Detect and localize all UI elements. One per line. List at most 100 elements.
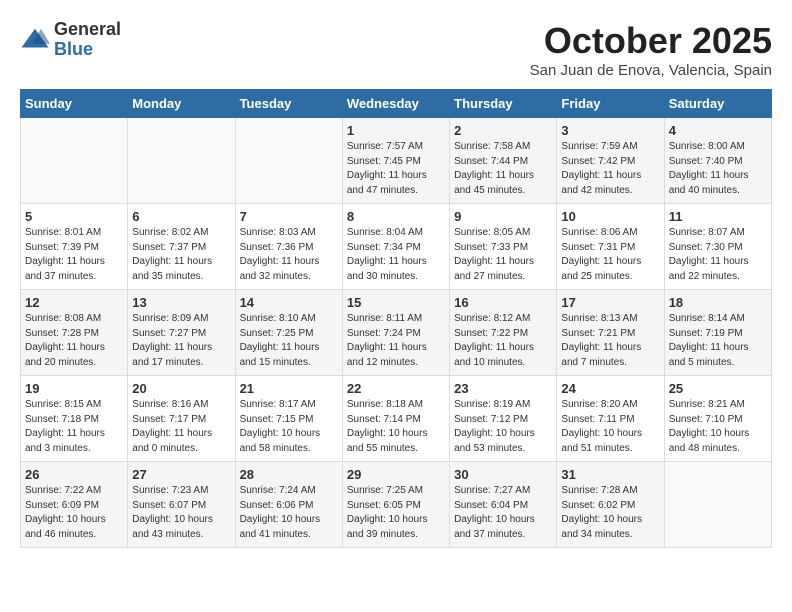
calendar-week-2: 5 Sunrise: 8:01 AM Sunset: 7:39 PM Daylig… [21,204,772,290]
calendar-cell: 30 Sunrise: 7:27 AM Sunset: 6:04 PM Dayli… [450,462,557,548]
calendar-cell: 24 Sunrise: 8:20 AM Sunset: 7:11 PM Dayli… [557,376,664,462]
calendar-cell: 15 Sunrise: 8:11 AM Sunset: 7:24 PM Dayli… [342,290,449,376]
day-number: 24 [561,381,659,396]
day-number: 29 [347,467,445,482]
day-info: Sunrise: 8:04 AM Sunset: 7:34 PM Dayligh… [347,226,445,284]
calendar-body: 1Sunrise: 7:57 AM Sunset: 7:45 PM Daylig… [21,118,772,548]
day-number: 15 [347,295,445,310]
day-number: 16 [454,295,552,310]
day-number: 1 [347,123,445,138]
day-number: 2 [454,123,552,138]
day-number: 3 [561,123,659,138]
logo-text: General Blue [54,20,121,60]
day-info: Sunrise: 8:21 AM Sunset: 7:10 PM Dayligh… [669,398,767,456]
calendar-cell: 23 Sunrise: 8:19 AM Sunset: 7:12 PM Dayli… [450,376,557,462]
day-info: Sunrise: 8:00 AM Sunset: 7:40 PM Dayligh… [669,140,767,198]
day-number: 5 [25,209,123,224]
day-number: 30 [454,467,552,482]
column-header-wednesday: Wednesday [342,90,449,118]
calendar-cell: 22 Sunrise: 8:18 AM Sunset: 7:14 PM Dayli… [342,376,449,462]
logo-icon [20,25,50,55]
day-number: 21 [240,381,338,396]
column-header-sunday: Sunday [21,90,128,118]
calendar-cell: 2 Sunrise: 7:58 AM Sunset: 7:44 PM Daylig… [450,118,557,204]
calendar-cell: 27 Sunrise: 7:23 AM Sunset: 6:07 PM Dayli… [128,462,235,548]
day-info: Sunrise: 8:14 AM Sunset: 7:19 PM Dayligh… [669,312,767,370]
calendar-cell [235,118,342,204]
title-area: October 2025 San Juan de Enova, Valencia… [530,20,772,79]
calendar-cell: 19 Sunrise: 8:15 AM Sunset: 7:18 PM Dayli… [21,376,128,462]
day-number: 22 [347,381,445,396]
day-info: Sunrise: 8:08 AM Sunset: 7:28 PM Dayligh… [25,312,123,370]
calendar-header: SundayMondayTuesdayWednesdayThursdayFrid… [21,90,772,118]
day-number: 6 [132,209,230,224]
day-info: Sunrise: 8:15 AM Sunset: 7:18 PM Dayligh… [25,398,123,456]
calendar-week-1: 1Sunrise: 7:57 AM Sunset: 7:45 PM Daylig… [21,118,772,204]
calendar-cell: 1Sunrise: 7:57 AM Sunset: 7:45 PM Daylig… [342,118,449,204]
day-info: Sunrise: 8:17 AM Sunset: 7:15 PM Dayligh… [240,398,338,456]
day-number: 27 [132,467,230,482]
calendar-cell: 31 Sunrise: 7:28 AM Sunset: 6:02 PM Dayli… [557,462,664,548]
month-title: October 2025 [530,20,772,62]
day-number: 23 [454,381,552,396]
day-info: Sunrise: 7:58 AM Sunset: 7:44 PM Dayligh… [454,140,552,198]
day-info: Sunrise: 8:06 AM Sunset: 7:31 PM Dayligh… [561,226,659,284]
column-header-tuesday: Tuesday [235,90,342,118]
day-number: 13 [132,295,230,310]
calendar-table: SundayMondayTuesdayWednesdayThursdayFrid… [20,89,772,548]
calendar-cell: 9 Sunrise: 8:05 AM Sunset: 7:33 PM Daylig… [450,204,557,290]
day-info: Sunrise: 8:19 AM Sunset: 7:12 PM Dayligh… [454,398,552,456]
day-info: Sunrise: 7:22 AM Sunset: 6:09 PM Dayligh… [25,484,123,542]
calendar-cell: 4Sunrise: 8:00 AM Sunset: 7:40 PM Daylig… [664,118,771,204]
calendar-cell: 26 Sunrise: 7:22 AM Sunset: 6:09 PM Dayli… [21,462,128,548]
calendar-cell: 18 Sunrise: 8:14 AM Sunset: 7:19 PM Dayli… [664,290,771,376]
day-info: Sunrise: 8:16 AM Sunset: 7:17 PM Dayligh… [132,398,230,456]
calendar-cell: 13Sunrise: 8:09 AM Sunset: 7:27 PM Dayli… [128,290,235,376]
day-info: Sunrise: 7:27 AM Sunset: 6:04 PM Dayligh… [454,484,552,542]
day-info: Sunrise: 7:24 AM Sunset: 6:06 PM Dayligh… [240,484,338,542]
day-info: Sunrise: 8:05 AM Sunset: 7:33 PM Dayligh… [454,226,552,284]
calendar-cell: 12 Sunrise: 8:08 AM Sunset: 7:28 PM Dayli… [21,290,128,376]
day-info: Sunrise: 8:02 AM Sunset: 7:37 PM Dayligh… [132,226,230,284]
calendar-cell: 5 Sunrise: 8:01 AM Sunset: 7:39 PM Daylig… [21,204,128,290]
day-info: Sunrise: 8:03 AM Sunset: 7:36 PM Dayligh… [240,226,338,284]
calendar-week-3: 12 Sunrise: 8:08 AM Sunset: 7:28 PM Dayli… [21,290,772,376]
calendar-cell [664,462,771,548]
logo-general: General [54,20,121,40]
day-info: Sunrise: 8:13 AM Sunset: 7:21 PM Dayligh… [561,312,659,370]
day-info: Sunrise: 8:07 AM Sunset: 7:30 PM Dayligh… [669,226,767,284]
day-number: 26 [25,467,123,482]
day-number: 19 [25,381,123,396]
day-number: 11 [669,209,767,224]
day-number: 31 [561,467,659,482]
day-number: 8 [347,209,445,224]
day-number: 9 [454,209,552,224]
day-info: Sunrise: 8:11 AM Sunset: 7:24 PM Dayligh… [347,312,445,370]
day-number: 7 [240,209,338,224]
column-header-friday: Friday [557,90,664,118]
calendar-cell: 28 Sunrise: 7:24 AM Sunset: 6:06 PM Dayli… [235,462,342,548]
day-number: 14 [240,295,338,310]
day-info: Sunrise: 8:01 AM Sunset: 7:39 PM Dayligh… [25,226,123,284]
calendar-cell: 3 Sunrise: 7:59 AM Sunset: 7:42 PM Daylig… [557,118,664,204]
day-info: Sunrise: 8:20 AM Sunset: 7:11 PM Dayligh… [561,398,659,456]
day-info: Sunrise: 8:12 AM Sunset: 7:22 PM Dayligh… [454,312,552,370]
day-number: 17 [561,295,659,310]
calendar-cell: 10Sunrise: 8:06 AM Sunset: 7:31 PM Dayli… [557,204,664,290]
calendar-cell: 20Sunrise: 8:16 AM Sunset: 7:17 PM Dayli… [128,376,235,462]
day-info: Sunrise: 7:59 AM Sunset: 7:42 PM Dayligh… [561,140,659,198]
day-number: 12 [25,295,123,310]
day-info: Sunrise: 7:28 AM Sunset: 6:02 PM Dayligh… [561,484,659,542]
calendar-cell: 25 Sunrise: 8:21 AM Sunset: 7:10 PM Dayli… [664,376,771,462]
day-info: Sunrise: 8:18 AM Sunset: 7:14 PM Dayligh… [347,398,445,456]
day-number: 18 [669,295,767,310]
day-info: Sunrise: 7:23 AM Sunset: 6:07 PM Dayligh… [132,484,230,542]
header-row: SundayMondayTuesdayWednesdayThursdayFrid… [21,90,772,118]
column-header-monday: Monday [128,90,235,118]
calendar-cell: 16 Sunrise: 8:12 AM Sunset: 7:22 PM Dayli… [450,290,557,376]
day-number: 25 [669,381,767,396]
location-subtitle: San Juan de Enova, Valencia, Spain [530,62,772,79]
day-number: 28 [240,467,338,482]
calendar-week-5: 26 Sunrise: 7:22 AM Sunset: 6:09 PM Dayli… [21,462,772,548]
logo-blue: Blue [54,40,121,60]
